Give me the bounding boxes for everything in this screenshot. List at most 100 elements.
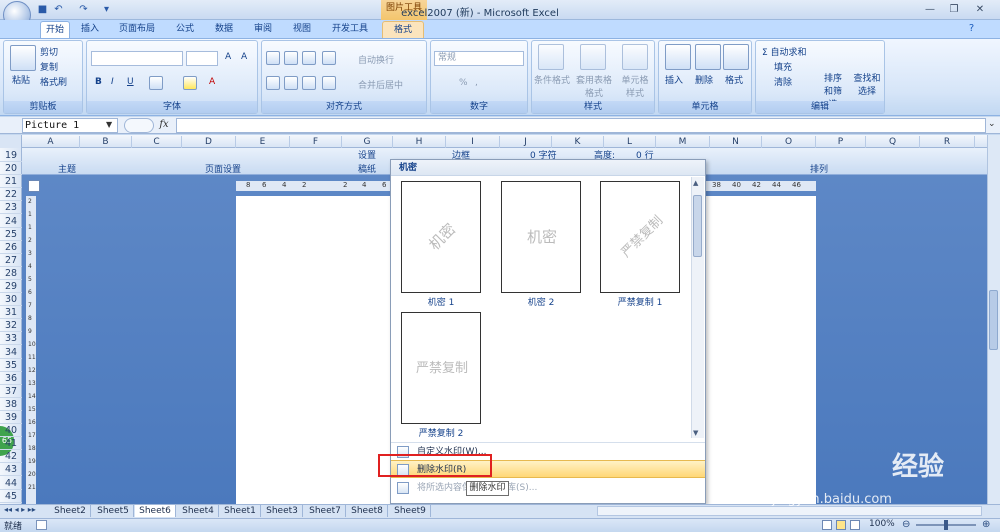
save-icon[interactable]: ■	[36, 3, 49, 16]
align-left-icon[interactable]	[266, 76, 280, 90]
row-header-item[interactable]: 24	[0, 215, 22, 228]
sheet-nav-icon[interactable]: ◂◂ ◂ ▸ ▸▸	[4, 505, 36, 514]
row-header-item[interactable]: 26	[0, 241, 22, 254]
scroll-down-icon[interactable]: ▼	[693, 429, 698, 437]
tab-review[interactable]: 审阅	[248, 21, 278, 38]
percent-button[interactable]: %	[459, 78, 468, 88]
gallery-scroll-thumb[interactable]	[693, 195, 702, 257]
row-header-item[interactable]: 41	[0, 437, 22, 451]
ruler-toggle-icon[interactable]	[28, 180, 40, 192]
formula-cancel-enter[interactable]	[124, 118, 154, 133]
row-header-item[interactable]: 38	[0, 398, 22, 411]
watermark-thumb-1[interactable]: 机密	[401, 181, 481, 293]
row-header-item[interactable]: 29	[0, 280, 22, 293]
fill-color-icon[interactable]	[183, 76, 197, 90]
row-header-item[interactable]: 30	[0, 293, 22, 307]
row-header-item[interactable]: 19	[0, 149, 22, 162]
underline-button[interactable]: U	[127, 77, 134, 87]
row-header-item[interactable]: 36	[0, 372, 22, 385]
cut-button[interactable]: 剪切	[40, 45, 58, 58]
column-header-o[interactable]: O	[762, 136, 816, 148]
italic-button[interactable]: I	[111, 77, 114, 87]
column-header-p[interactable]: P	[816, 136, 866, 148]
row-header-item[interactable]: 37	[0, 385, 22, 398]
tab-page-layout[interactable]: 页面布局	[112, 21, 162, 38]
fill-button[interactable]: 填充	[774, 60, 792, 73]
comma-button[interactable]: ,	[475, 78, 478, 88]
column-header-g[interactable]: G	[342, 136, 393, 148]
copy-button[interactable]: 复制	[40, 60, 58, 73]
formula-input[interactable]	[176, 118, 986, 133]
sheet-tab-sheet8[interactable]: Sheet8	[347, 505, 388, 517]
row-header-item[interactable]: 28	[0, 267, 22, 280]
tab-insert[interactable]: 插入	[76, 21, 104, 38]
find-select-button[interactable]: 查找和选择	[852, 71, 882, 97]
merge-center-button[interactable]: 合并后居中	[358, 78, 403, 91]
tab-format[interactable]: 格式	[382, 21, 424, 38]
column-header-d[interactable]: D	[182, 136, 236, 148]
help-icon[interactable]: ?	[965, 22, 978, 35]
tab-developer[interactable]: 开发工具	[326, 21, 374, 38]
restore-icon[interactable]: ❐	[942, 2, 966, 17]
autosum-button[interactable]: Σ 自动求和	[762, 45, 807, 58]
font-name-combo[interactable]	[91, 51, 183, 66]
row-header-item[interactable]: 22	[0, 188, 22, 202]
watermark-thumb-2[interactable]: 机密	[501, 181, 581, 293]
row-header-item[interactable]: 31	[0, 306, 22, 320]
watermark-thumb-3[interactable]: 严禁复制	[600, 181, 680, 293]
menu-save-watermark[interactable]: 将所选内容保存到水印库(S)...	[391, 479, 705, 497]
sheet-tab-sheet6[interactable]: Sheet6	[135, 505, 176, 517]
column-header-f[interactable]: F	[290, 136, 342, 148]
cell-styles-button[interactable]: 单元格样式	[618, 73, 652, 99]
column-header-h[interactable]: H	[393, 136, 446, 148]
close-icon[interactable]: ✕	[968, 2, 992, 17]
row-header-item[interactable]: 25	[0, 228, 22, 241]
row-header-item[interactable]: 23	[0, 201, 22, 215]
shrink-font-button[interactable]: A	[241, 52, 247, 62]
clear-button[interactable]: 清除	[774, 75, 792, 88]
quick-access-icon[interactable]: ▾	[100, 3, 113, 16]
name-box[interactable]: Picture 1	[22, 118, 118, 133]
row-header-item[interactable]: 45	[0, 490, 22, 503]
wrap-text-button[interactable]: 自动换行	[358, 53, 394, 66]
align-middle-icon[interactable]	[284, 51, 298, 65]
undo-icon[interactable]: ↶	[52, 3, 65, 16]
sheet-tab-sheet9[interactable]: Sheet9	[390, 505, 431, 517]
tab-data[interactable]: 数据	[209, 21, 239, 38]
conditional-format-button[interactable]: 条件格式	[534, 73, 570, 86]
row-header-item[interactable]: 27	[0, 254, 22, 267]
row-header-item[interactable]: 40	[0, 424, 22, 438]
format-cells-button[interactable]: 格式	[725, 73, 743, 86]
align-center-icon[interactable]	[284, 76, 298, 90]
sheet-tab-sheet2[interactable]: Sheet2	[50, 505, 91, 517]
format-painter-button[interactable]: 格式刷	[40, 75, 67, 88]
redo-icon[interactable]: ↷	[77, 3, 90, 16]
name-box-dropdown-icon[interactable]: ▼	[106, 120, 112, 129]
bold-button[interactable]: B	[95, 77, 102, 87]
row-header-item[interactable]: 32	[0, 319, 22, 333]
align-bottom-icon[interactable]	[302, 51, 316, 65]
tab-view[interactable]: 视图	[287, 21, 317, 38]
row-header-item[interactable]: 43	[0, 463, 22, 477]
row-header-item[interactable]: 20	[0, 162, 22, 176]
column-header-i[interactable]: I	[446, 136, 500, 148]
tab-formulas[interactable]: 公式	[170, 21, 200, 38]
select-all-corner[interactable]	[0, 135, 22, 148]
minimize-icon[interactable]: —	[918, 2, 942, 17]
sheet-tab-sheet3[interactable]: Sheet3	[262, 505, 303, 517]
expand-formula-icon[interactable]: ⌄	[988, 119, 996, 129]
number-format-combo[interactable]: 常规	[434, 51, 524, 66]
paste-button[interactable]: 粘贴	[12, 73, 30, 86]
grow-font-button[interactable]: A	[225, 52, 231, 62]
border-icon[interactable]	[149, 76, 163, 90]
orientation-icon[interactable]	[322, 51, 336, 65]
column-header-e[interactable]: E	[236, 136, 290, 148]
row-header-item[interactable]: 35	[0, 359, 22, 372]
indent-icon[interactable]	[322, 76, 336, 90]
column-header-l[interactable]: L	[604, 136, 656, 148]
column-header-j[interactable]: J	[500, 136, 552, 148]
align-right-icon[interactable]	[302, 76, 316, 90]
row-header-item[interactable]: 44	[0, 477, 22, 490]
column-header-q[interactable]: Q	[866, 136, 920, 148]
column-header-b[interactable]: B	[80, 136, 132, 148]
